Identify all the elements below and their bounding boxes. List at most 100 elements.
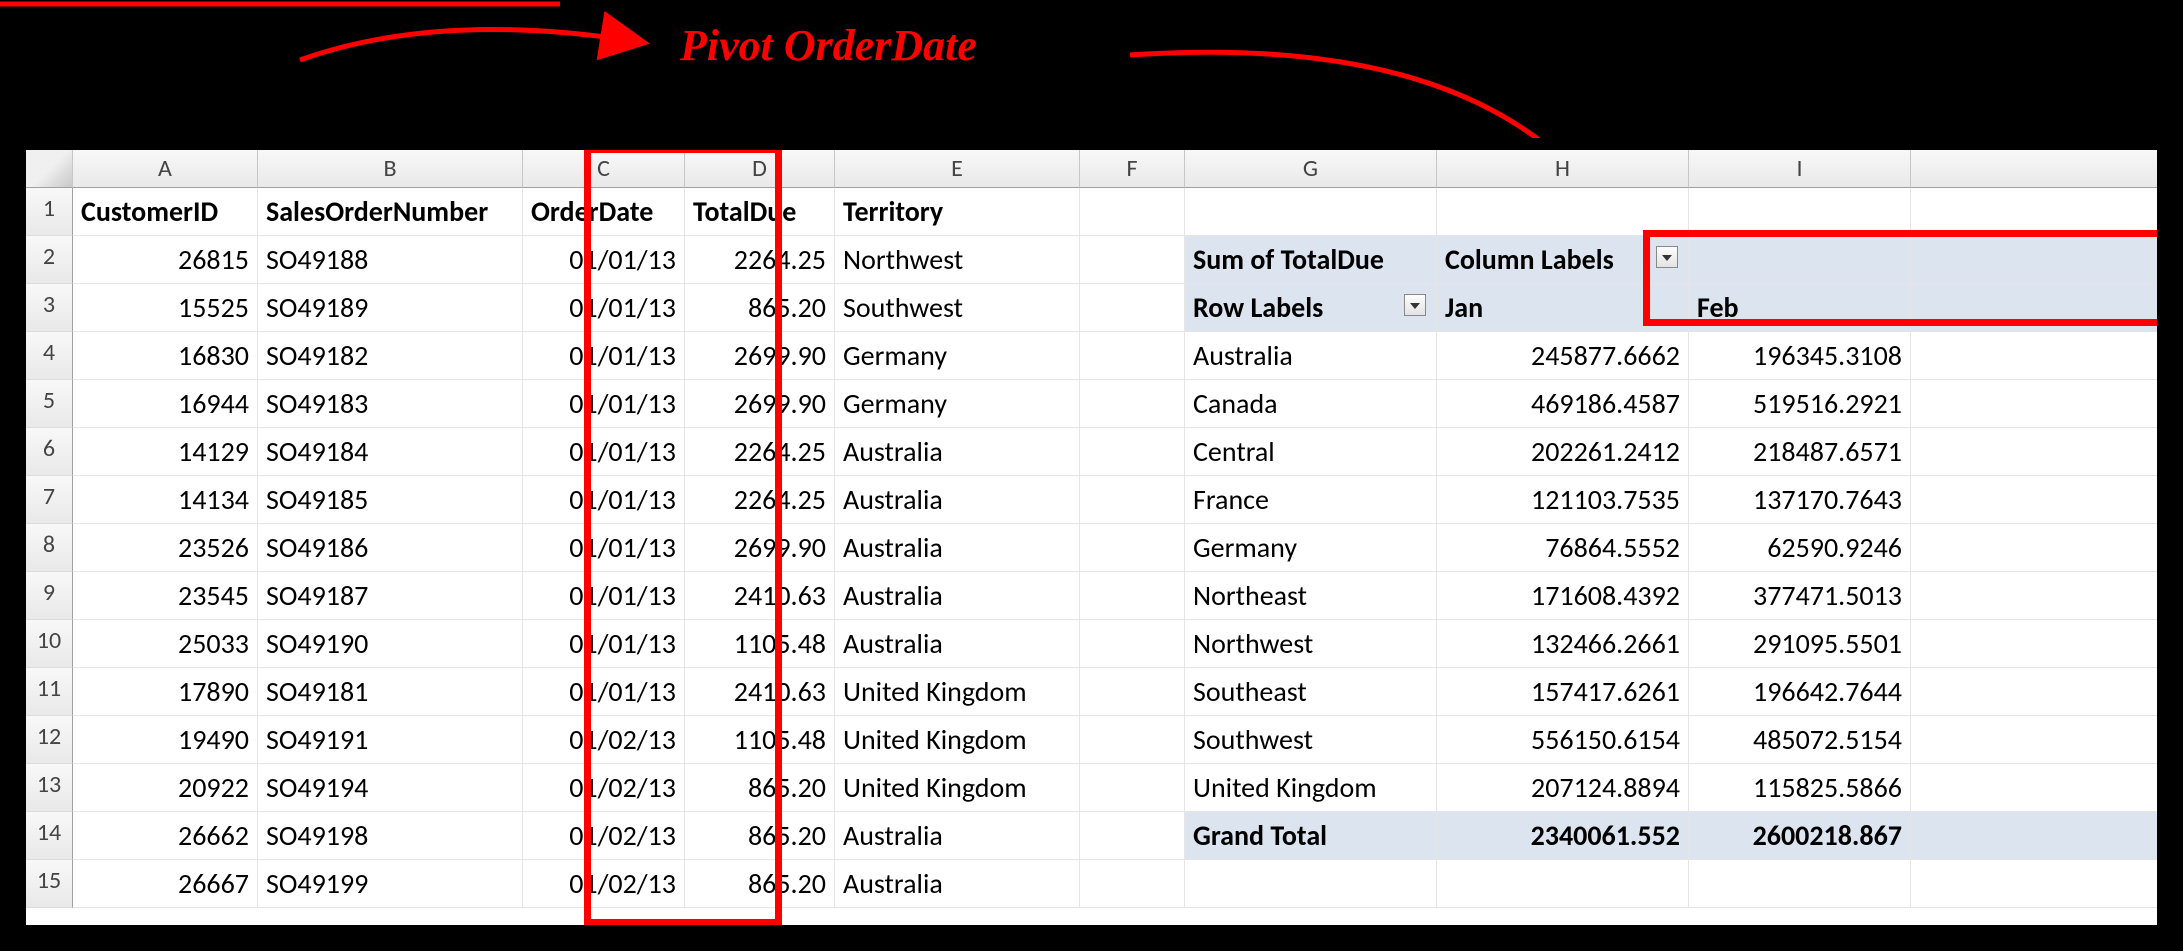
cell-territory[interactable]: Australia [835, 476, 1080, 524]
pivot-row-germany[interactable]: Germany [1185, 524, 1437, 572]
cell-territory[interactable]: Australia [835, 860, 1080, 908]
cell-territory[interactable]: Australia [835, 620, 1080, 668]
row-header-10[interactable]: 10 [26, 620, 73, 668]
row-header-5[interactable]: 5 [26, 380, 73, 428]
pivot-val[interactable]: 54 [1911, 380, 2169, 428]
cell-orderdate[interactable]: 01/01/13 [523, 524, 685, 572]
pivot-val[interactable]: 556150.6154 [1437, 716, 1689, 764]
pivot-val[interactable]: 218487.6571 [1689, 428, 1911, 476]
pivot-val[interactable]: 61 [1911, 620, 2169, 668]
cell-salesorder[interactable]: SO49181 [258, 668, 523, 716]
pivot-val[interactable]: 31 [1911, 428, 2169, 476]
cell-territory[interactable]: Germany [835, 380, 1080, 428]
pivot-val[interactable]: 18 [1911, 764, 2169, 812]
cell-salesorder[interactable]: SO49199 [258, 860, 523, 908]
pivot-row-united-kingdom[interactable]: United Kingdom [1185, 764, 1437, 812]
pivot-grand-total-mar[interactable]: 38 [1911, 812, 2169, 860]
pivot-val[interactable]: 469186.4587 [1437, 380, 1689, 428]
pivot-val[interactable]: 519516.2921 [1689, 380, 1911, 428]
row-header-15[interactable]: 15 [26, 860, 73, 908]
cell-orderdate[interactable]: 01/02/13 [523, 812, 685, 860]
cell-customerid[interactable]: 26667 [73, 860, 258, 908]
col-header-B[interactable]: B [258, 150, 523, 188]
col-header-extra[interactable] [1911, 150, 2169, 188]
pivot-val[interactable]: 132466.2661 [1437, 620, 1689, 668]
cell-totaldue[interactable]: 1105.48 [685, 716, 835, 764]
pivot-val[interactable]: 245877.6662 [1437, 332, 1689, 380]
pivot-grand-total-jan[interactable]: 2340061.552 [1437, 812, 1689, 860]
cell-customerid[interactable]: 14134 [73, 476, 258, 524]
cell-territory[interactable]: United Kingdom [835, 668, 1080, 716]
col-header-C[interactable]: C [523, 150, 685, 188]
cell-salesorder[interactable]: SO49198 [258, 812, 523, 860]
row-header-9[interactable]: 9 [26, 572, 73, 620]
pivot-grand-total-feb[interactable]: 2600218.867 [1689, 812, 1911, 860]
cell-customerid[interactable]: 26815 [73, 236, 258, 284]
cell-orderdate[interactable]: 01/02/13 [523, 716, 685, 764]
pivot-row-labels[interactable]: Row Labels [1185, 284, 1437, 332]
row-header-2[interactable]: 2 [26, 236, 73, 284]
pivot-row-canada[interactable]: Canada [1185, 380, 1437, 428]
cell-orderdate[interactable]: 01/01/13 [523, 236, 685, 284]
row-header-14[interactable]: 14 [26, 812, 73, 860]
cell-salesorder[interactable]: SO49183 [258, 380, 523, 428]
pivot-val[interactable]: 38 [1911, 572, 2169, 620]
row-header-13[interactable]: 13 [26, 764, 73, 812]
cell-territory[interactable]: United Kingdom [835, 764, 1080, 812]
row-header-11[interactable]: 11 [26, 668, 73, 716]
row-header-7[interactable]: 7 [26, 476, 73, 524]
cell-salesorder[interactable]: SO49184 [258, 428, 523, 476]
pivot-row-france[interactable]: France [1185, 476, 1437, 524]
cell-customerid[interactable]: 19490 [73, 716, 258, 764]
pivot-val[interactable]: 377471.5013 [1689, 572, 1911, 620]
cell-totaldue[interactable]: 1105.48 [685, 620, 835, 668]
col-header-G[interactable]: G [1185, 150, 1437, 188]
row-header-1[interactable]: 1 [26, 188, 73, 236]
cell-salesorder[interactable]: SO49188 [258, 236, 523, 284]
cell-salesorder[interactable]: SO49194 [258, 764, 523, 812]
row-header-3[interactable]: 3 [26, 284, 73, 332]
row-header-8[interactable]: 8 [26, 524, 73, 572]
cell-orderdate[interactable]: 01/01/13 [523, 476, 685, 524]
row-header-12[interactable]: 12 [26, 716, 73, 764]
cell-totaldue[interactable]: 2264.25 [685, 236, 835, 284]
pivot-month-feb[interactable]: Feb [1689, 284, 1911, 332]
pivot-row-southwest[interactable]: Southwest [1185, 716, 1437, 764]
cell-totaldue[interactable]: 2699.90 [685, 380, 835, 428]
pivot-row-central[interactable]: Central [1185, 428, 1437, 476]
pivot-val[interactable]: 95 [1911, 716, 2169, 764]
pivot-grand-total-label[interactable]: Grand Total [1185, 812, 1437, 860]
cell-salesorder[interactable]: SO49186 [258, 524, 523, 572]
cell-totaldue[interactable]: 865.20 [685, 812, 835, 860]
cell-totaldue[interactable]: 865.20 [685, 284, 835, 332]
pivot-month-jan[interactable]: Jan [1437, 284, 1689, 332]
cell-salesorder[interactable]: SO49189 [258, 284, 523, 332]
cell-territory[interactable]: Southwest [835, 284, 1080, 332]
cell-customerid[interactable]: 16944 [73, 380, 258, 428]
pivot-val[interactable]: 137170.7643 [1689, 476, 1911, 524]
cell-territory[interactable]: Australia [835, 428, 1080, 476]
cell-totaldue[interactable]: 2699.90 [685, 332, 835, 380]
pivot-val[interactable]: 196642.7644 [1689, 668, 1911, 716]
col-header-F[interactable]: F [1080, 150, 1185, 188]
dropdown-icon[interactable] [1656, 246, 1678, 268]
cell-customerid[interactable]: 15525 [73, 284, 258, 332]
cell-customerid[interactable]: 17890 [73, 668, 258, 716]
pivot-val[interactable]: 23 [1911, 332, 2169, 380]
cell-totaldue[interactable]: 865.20 [685, 860, 835, 908]
pivot-val[interactable]: 485072.5154 [1689, 716, 1911, 764]
cell-salesorder[interactable]: SO49191 [258, 716, 523, 764]
cell-territory[interactable]: Northwest [835, 236, 1080, 284]
col-header-E[interactable]: E [835, 150, 1080, 188]
select-all-corner[interactable] [26, 150, 73, 188]
pivot-month-mar[interactable]: Ma [1911, 284, 2169, 332]
pivot-val[interactable]: 76864.5552 [1437, 524, 1689, 572]
cell-totaldue[interactable]: 2410.63 [685, 572, 835, 620]
cell-customerid[interactable]: 20922 [73, 764, 258, 812]
cell-customerid[interactable]: 14129 [73, 428, 258, 476]
pivot-val[interactable]: 291095.5501 [1689, 620, 1911, 668]
cell-salesorder[interactable]: SO49190 [258, 620, 523, 668]
cell-totaldue[interactable]: 2699.90 [685, 524, 835, 572]
cell-orderdate[interactable]: 01/01/13 [523, 668, 685, 716]
pivot-val[interactable]: 121103.7535 [1437, 476, 1689, 524]
